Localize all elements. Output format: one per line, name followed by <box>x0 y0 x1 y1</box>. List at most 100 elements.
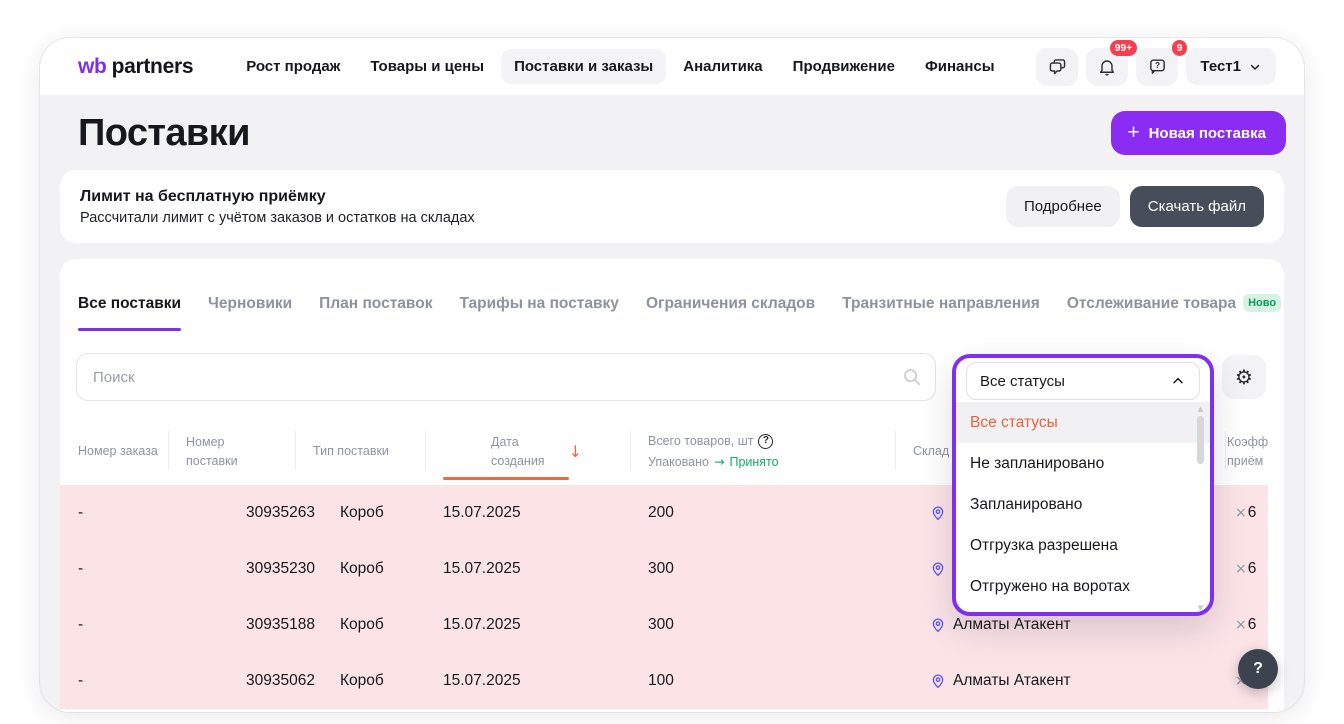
logo-wb: wb <box>78 55 107 79</box>
limit-banner-title: Лимит на бесплатную приёмку <box>80 188 475 206</box>
tab-all-supplies[interactable]: Все поставки <box>78 294 181 331</box>
search-box <box>76 353 936 401</box>
plus-icon: + <box>1127 122 1139 143</box>
tab-transit-directions[interactable]: Транзитные направления <box>842 294 1040 331</box>
cell-date: 15.07.2025 <box>425 672 630 690</box>
wb-partners-logo[interactable]: wb partners <box>78 55 193 79</box>
status-option-not-planned[interactable]: Не запланировано <box>956 443 1210 484</box>
map-pin-icon <box>930 505 946 521</box>
app-frame: wb partners Рост продаж Товары и цены По… <box>40 38 1304 712</box>
tab-supply-tariffs[interactable]: Тарифы на поставку <box>459 294 618 331</box>
cell-supply-number: 30935062 <box>168 672 295 690</box>
tab-drafts[interactable]: Черновики <box>208 294 292 331</box>
column-supply-number: Номерпоставки <box>168 423 295 480</box>
limit-banner-actions: Подробнее Скачать файл <box>1006 186 1264 227</box>
status-option-shipping-allowed[interactable]: Отгрузка разрешена <box>956 525 1210 566</box>
dropdown-scrollbar[interactable]: ▲ ▼ <box>1196 406 1205 612</box>
cell-supply-number: 30935188 <box>168 616 295 634</box>
gear-icon: ⚙ <box>1235 365 1253 389</box>
cell-supply-number: 30935263 <box>168 504 295 522</box>
cell-supply-number: 30935230 <box>168 560 295 578</box>
main-nav: Рост продаж Товары и цены Поставки и зак… <box>233 49 1007 84</box>
map-pin-icon <box>930 617 946 633</box>
limit-banner-subtitle: Рассчитали лимит с учётом заказов и оста… <box>80 210 475 226</box>
status-option-all[interactable]: Все статусы <box>956 402 1210 443</box>
status-select[interactable]: Все статусы <box>966 362 1200 400</box>
page-title: Поставки <box>78 112 250 155</box>
column-total-goods: Всего товаров, шт ? Упаковано → Принято <box>630 423 895 480</box>
sort-desc-icon: ↓ <box>569 440 582 463</box>
nav-item-analytics[interactable]: Аналитика <box>670 49 775 84</box>
cell-total: 300 <box>630 560 895 578</box>
support-badge: 9 <box>1172 40 1188 57</box>
page-head: Поставки + Новая поставка <box>40 95 1304 163</box>
status-options-list: Все статусы Не запланировано Запланирова… <box>956 402 1210 616</box>
limit-banner-text: Лимит на бесплатную приёмку Рассчитали л… <box>80 188 475 226</box>
cell-total: 200 <box>630 504 895 522</box>
info-tooltip-icon[interactable]: ? <box>758 434 773 449</box>
tab-supply-plan[interactable]: План поставок <box>319 294 432 331</box>
download-file-button[interactable]: Скачать файл <box>1130 186 1264 227</box>
cell-coefficient: ×6 <box>1225 616 1268 634</box>
search-icon <box>901 366 923 388</box>
column-supply-type: Тип поставки <box>295 423 425 480</box>
tab-goods-tracking[interactable]: Отслеживание товараНово <box>1067 294 1281 332</box>
nav-item-promotion[interactable]: Продвижение <box>780 49 908 84</box>
nav-item-finances[interactable]: Финансы <box>912 49 1008 84</box>
details-button[interactable]: Подробнее <box>1006 186 1120 227</box>
tab-warehouse-restrictions[interactable]: Ограничения складов <box>646 294 815 331</box>
scroll-up-icon[interactable]: ▲ <box>1198 406 1203 413</box>
search-input[interactable] <box>76 353 936 401</box>
topbar: wb partners Рост продаж Товары и цены По… <box>40 38 1304 95</box>
status-option-acceptance-in-progress[interactable]: Идёт приёмка <box>956 607 1210 616</box>
column-acceptance-coefficient: Коэффприём <box>1225 423 1284 480</box>
account-name: Тест1 <box>1200 58 1241 75</box>
cell-supply-type: Короб <box>295 672 425 690</box>
nav-item-goods-prices[interactable]: Товары и цены <box>357 49 497 84</box>
cell-warehouse: Алматы Атакент <box>895 672 1225 690</box>
cell-warehouse: Алматы Атакент <box>895 616 1225 634</box>
help-bubble-icon: ? <box>1147 57 1168 77</box>
new-supply-label: Новая поставка <box>1149 125 1266 142</box>
notifications-button[interactable]: 99+ <box>1086 48 1128 86</box>
nav-item-supplies-orders[interactable]: Поставки и заказы <box>501 49 666 84</box>
status-option-planned[interactable]: Запланировано <box>956 484 1210 525</box>
bell-icon <box>1097 57 1117 77</box>
cell-total: 300 <box>630 616 895 634</box>
table-row[interactable]: - 30935062 Короб 15.07.2025 100 Алматы А… <box>60 653 1268 709</box>
cell-coefficient: ×6 <box>1225 504 1268 522</box>
cell-order: - <box>60 560 168 578</box>
arrow-right-icon: → <box>714 453 724 471</box>
scrollbar-thumb[interactable] <box>1197 416 1204 464</box>
cell-order: - <box>60 672 168 690</box>
chat-button[interactable] <box>1036 48 1078 86</box>
status-filter-dropdown: Все статусы Все статусы Не запланировано… <box>952 354 1214 616</box>
nav-item-sales-growth[interactable]: Рост продаж <box>233 49 353 84</box>
svg-text:?: ? <box>1155 60 1160 70</box>
status-select-value: Все статусы <box>980 373 1065 390</box>
logo-partners: partners <box>112 55 194 79</box>
cell-date: 15.07.2025 <box>425 504 630 522</box>
column-order-number: Номер заказа <box>60 423 168 480</box>
status-option-shipped-at-gates[interactable]: Отгружено на воротах <box>956 566 1210 607</box>
chat-icon <box>1047 57 1068 77</box>
new-supply-button[interactable]: + Новая поставка <box>1111 111 1286 155</box>
cell-order: - <box>60 616 168 634</box>
column-creation-date-sort[interactable]: Дата создания ↓ <box>425 423 630 480</box>
cell-date: 15.07.2025 <box>425 616 630 634</box>
cell-date: 15.07.2025 <box>425 560 630 578</box>
supplies-tabs: Все поставки Черновики План поставок Тар… <box>60 259 1284 332</box>
cell-coefficient: ×6 <box>1225 560 1268 578</box>
chevron-up-icon <box>1170 373 1186 389</box>
cell-supply-type: Короб <box>295 616 425 634</box>
cell-total: 100 <box>630 672 895 690</box>
topbar-actions: 99+ ? 9 Тест1 <box>1036 48 1276 86</box>
scroll-down-icon[interactable]: ▼ <box>1198 605 1203 612</box>
notifications-badge: 99+ <box>1110 40 1138 57</box>
account-menu[interactable]: Тест1 <box>1186 48 1276 85</box>
help-fab-button[interactable]: ? <box>1238 649 1278 689</box>
table-settings-button[interactable]: ⚙ <box>1222 355 1266 399</box>
chevron-down-icon <box>1248 60 1262 74</box>
cell-supply-type: Короб <box>295 560 425 578</box>
support-button[interactable]: ? 9 <box>1136 48 1178 86</box>
